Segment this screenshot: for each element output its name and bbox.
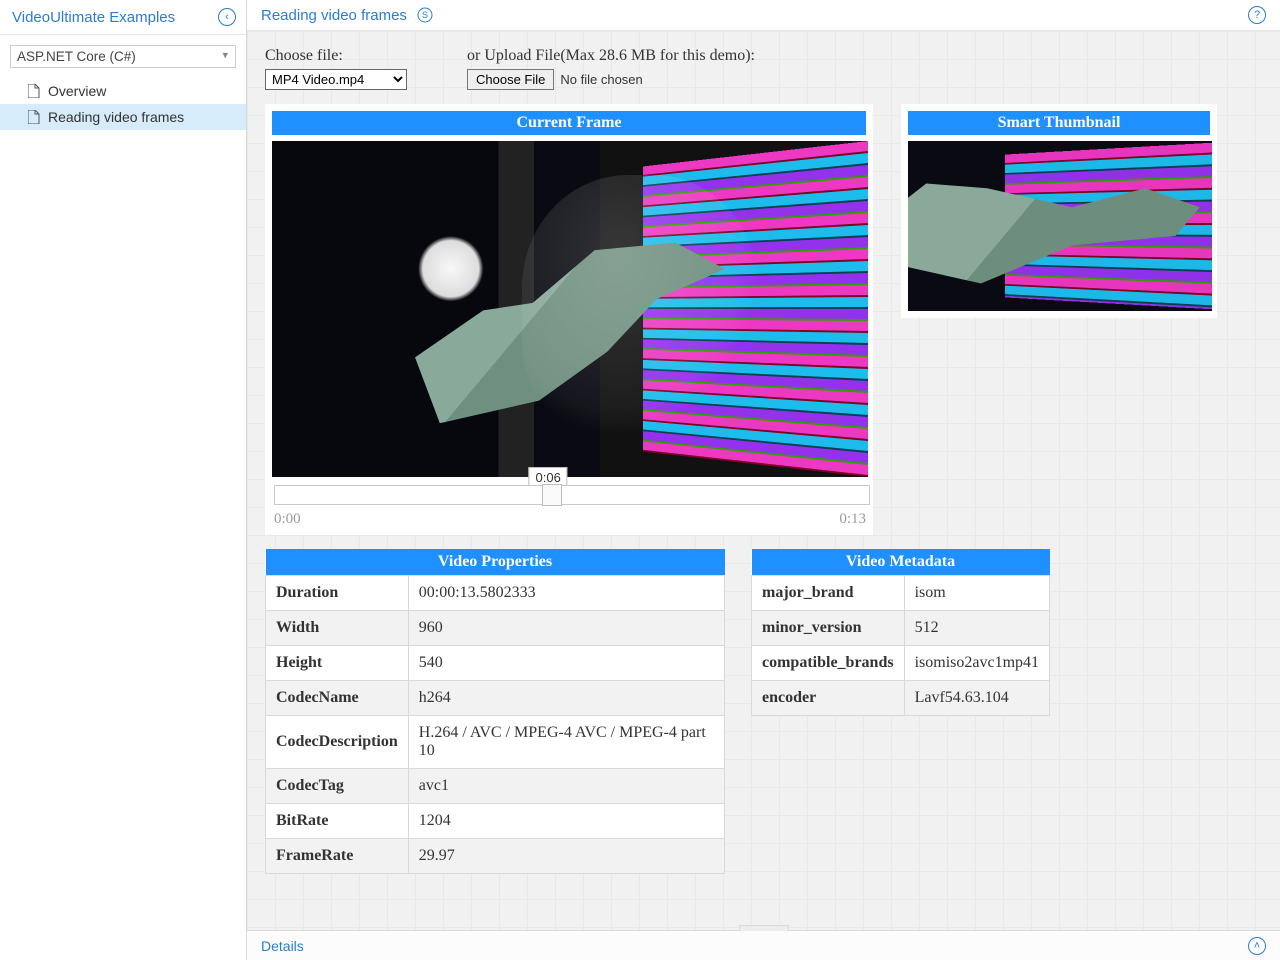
smart-thumbnail-panel: Smart Thumbnail [901, 104, 1217, 318]
details-bar[interactable]: Details ˄ [247, 930, 1280, 960]
meta-value: 512 [904, 611, 1049, 646]
table-row: Width960 [266, 611, 725, 646]
sidebar: VideoUltimate Examples ‹ ASP.NET Core (C… [0, 0, 247, 960]
current-frame-title: Current Frame [272, 111, 866, 135]
prop-key: Height [266, 646, 409, 681]
smart-thumbnail-image [908, 141, 1212, 311]
table-row: FrameRate29.97 [266, 839, 725, 874]
sample-file-select[interactable]: MP4 Video.mp4 [265, 69, 407, 90]
time-labels: 0:00 0:13 [272, 511, 868, 528]
table-row: encoderLavf54.63.104 [752, 681, 1050, 716]
nav-item-overview[interactable]: Overview [0, 78, 246, 104]
video-properties-table: Video Properties Duration00:00:13.580233… [265, 549, 725, 874]
main: Reading video frames S ? Choose file: MP… [247, 0, 1280, 960]
table-row: major_brandisom [752, 576, 1050, 611]
meta-key: minor_version [752, 611, 905, 646]
prop-key: Duration [266, 576, 409, 611]
prop-key: CodecName [266, 681, 409, 716]
table-row: BitRate1204 [266, 804, 725, 839]
table-row: Height540 [266, 646, 725, 681]
prop-value: 960 [408, 611, 724, 646]
prop-value: 540 [408, 646, 724, 681]
help-icon[interactable]: ? [1248, 6, 1266, 24]
video-properties-title: Video Properties [266, 549, 725, 576]
meta-value: isomiso2avc1mp41 [904, 646, 1049, 681]
prop-key: CodecDescription [266, 716, 409, 769]
time-start: 0:00 [274, 511, 301, 528]
nav-item-reading-frames[interactable]: Reading video frames [0, 104, 246, 130]
controls-row: Choose file: MP4 Video.mp4 or Upload Fil… [265, 47, 1262, 90]
prop-value: 29.97 [408, 839, 724, 874]
file-icon [28, 110, 40, 124]
prop-value: 1204 [408, 804, 724, 839]
meta-key: compatible_brands [752, 646, 905, 681]
table-row: CodecTagavc1 [266, 769, 725, 804]
prop-key: FrameRate [266, 839, 409, 874]
meta-value: Lavf54.63.104 [904, 681, 1049, 716]
table-row: CodecDescriptionH.264 / AVC / MPEG-4 AVC… [266, 716, 725, 769]
slider-thumb[interactable] [542, 484, 562, 506]
details-label: Details [261, 938, 304, 954]
prop-value: h264 [408, 681, 724, 716]
prop-key: CodecTag [266, 769, 409, 804]
prop-key: Width [266, 611, 409, 646]
main-header: Reading video frames S ? [247, 0, 1280, 31]
prop-value: H.264 / AVC / MPEG-4 AVC / MPEG-4 part 1… [408, 716, 724, 769]
svg-text:S: S [422, 10, 428, 20]
table-row: Duration00:00:13.5802333 [266, 576, 725, 611]
collapse-sidebar-icon[interactable]: ‹ [218, 8, 236, 26]
current-frame-panel: Current Frame 0:06 [265, 104, 873, 535]
table-row: minor_version512 [752, 611, 1050, 646]
file-icon [28, 84, 40, 98]
time-end: 0:13 [839, 511, 866, 528]
language-select[interactable]: ASP.NET Core (C#) [10, 45, 236, 68]
meta-key: major_brand [752, 576, 905, 611]
current-frame-image [272, 141, 868, 477]
no-file-chosen-text: No file chosen [560, 72, 642, 87]
table-row: CodecNameh264 [266, 681, 725, 716]
language-select-wrap: ASP.NET Core (C#) ▾ [0, 35, 246, 74]
details-drag-handle[interactable] [739, 925, 789, 931]
expand-details-icon[interactable]: ˄ [1248, 937, 1266, 955]
sidebar-header: VideoUltimate Examples ‹ [0, 0, 246, 35]
video-metadata-title: Video Metadata [752, 549, 1050, 576]
meta-body: major_brandisomminor_version512compatibl… [752, 576, 1050, 716]
content-area: Choose file: MP4 Video.mp4 or Upload Fil… [247, 31, 1280, 930]
page-title: Reading video frames [261, 7, 407, 24]
meta-key: encoder [752, 681, 905, 716]
slider-track[interactable] [274, 485, 870, 505]
prop-key: BitRate [266, 804, 409, 839]
source-icon[interactable]: S [417, 7, 433, 23]
frame-slider[interactable]: 0:06 [274, 485, 870, 505]
sidebar-title: VideoUltimate Examples [12, 9, 175, 26]
video-metadata-table: Video Metadata major_brandisomminor_vers… [751, 549, 1050, 716]
prop-value: 00:00:13.5802333 [408, 576, 724, 611]
props-body: Duration00:00:13.5802333Width960Height54… [266, 576, 725, 874]
nav-list: Overview Reading video frames [0, 74, 246, 130]
nav-item-label: Reading video frames [28, 109, 184, 125]
table-row: compatible_brandsisomiso2avc1mp41 [752, 646, 1050, 681]
prop-value: avc1 [408, 769, 724, 804]
smart-thumbnail-title: Smart Thumbnail [908, 111, 1210, 135]
meta-value: isom [904, 576, 1049, 611]
upload-label: or Upload File(Max 28.6 MB for this demo… [467, 47, 755, 65]
choose-file-label: Choose file: [265, 47, 407, 65]
choose-file-button[interactable]: Choose File [467, 69, 554, 90]
